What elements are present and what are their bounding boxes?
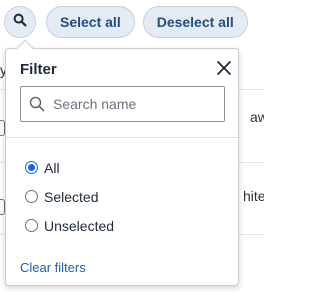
search-name-input[interactable] — [53, 89, 223, 119]
radio-selected[interactable] — [25, 190, 38, 203]
radio-all[interactable] — [25, 161, 38, 174]
radio-unselected[interactable] — [25, 219, 38, 232]
deselect-all-button[interactable]: Deselect all — [142, 6, 248, 38]
filter-option-all[interactable]: All — [25, 153, 114, 182]
popover-divider — [6, 137, 238, 138]
magnifier-icon — [29, 96, 45, 112]
search-name-field[interactable] — [20, 86, 225, 122]
select-all-button[interactable]: Select all — [46, 6, 135, 38]
list-item-text: hite — [243, 188, 264, 204]
clear-filters-link[interactable]: Clear filters — [20, 260, 86, 275]
list-item-text: awg — [250, 109, 264, 125]
filter-title: Filter — [20, 61, 57, 78]
close-button[interactable] — [215, 59, 233, 77]
search-toggle-button[interactable] — [4, 6, 36, 38]
app-stage: y awg hite Select all Deselect all Filte… — [0, 0, 264, 292]
close-icon — [215, 61, 233, 81]
popover-caret — [16, 39, 34, 57]
filter-options: All Selected Unselected — [25, 153, 114, 240]
filter-option-label: Selected — [44, 188, 99, 205]
filter-option-selected[interactable]: Selected — [25, 182, 114, 211]
filter-option-label: All — [44, 159, 60, 176]
filter-option-label: Unselected — [44, 217, 115, 234]
selection-toolbar: Select all Deselect all — [4, 6, 264, 38]
filter-popover: Filter All — [5, 39, 239, 286]
search-icon — [13, 13, 27, 32]
filter-option-unselected[interactable]: Unselected — [25, 211, 114, 240]
